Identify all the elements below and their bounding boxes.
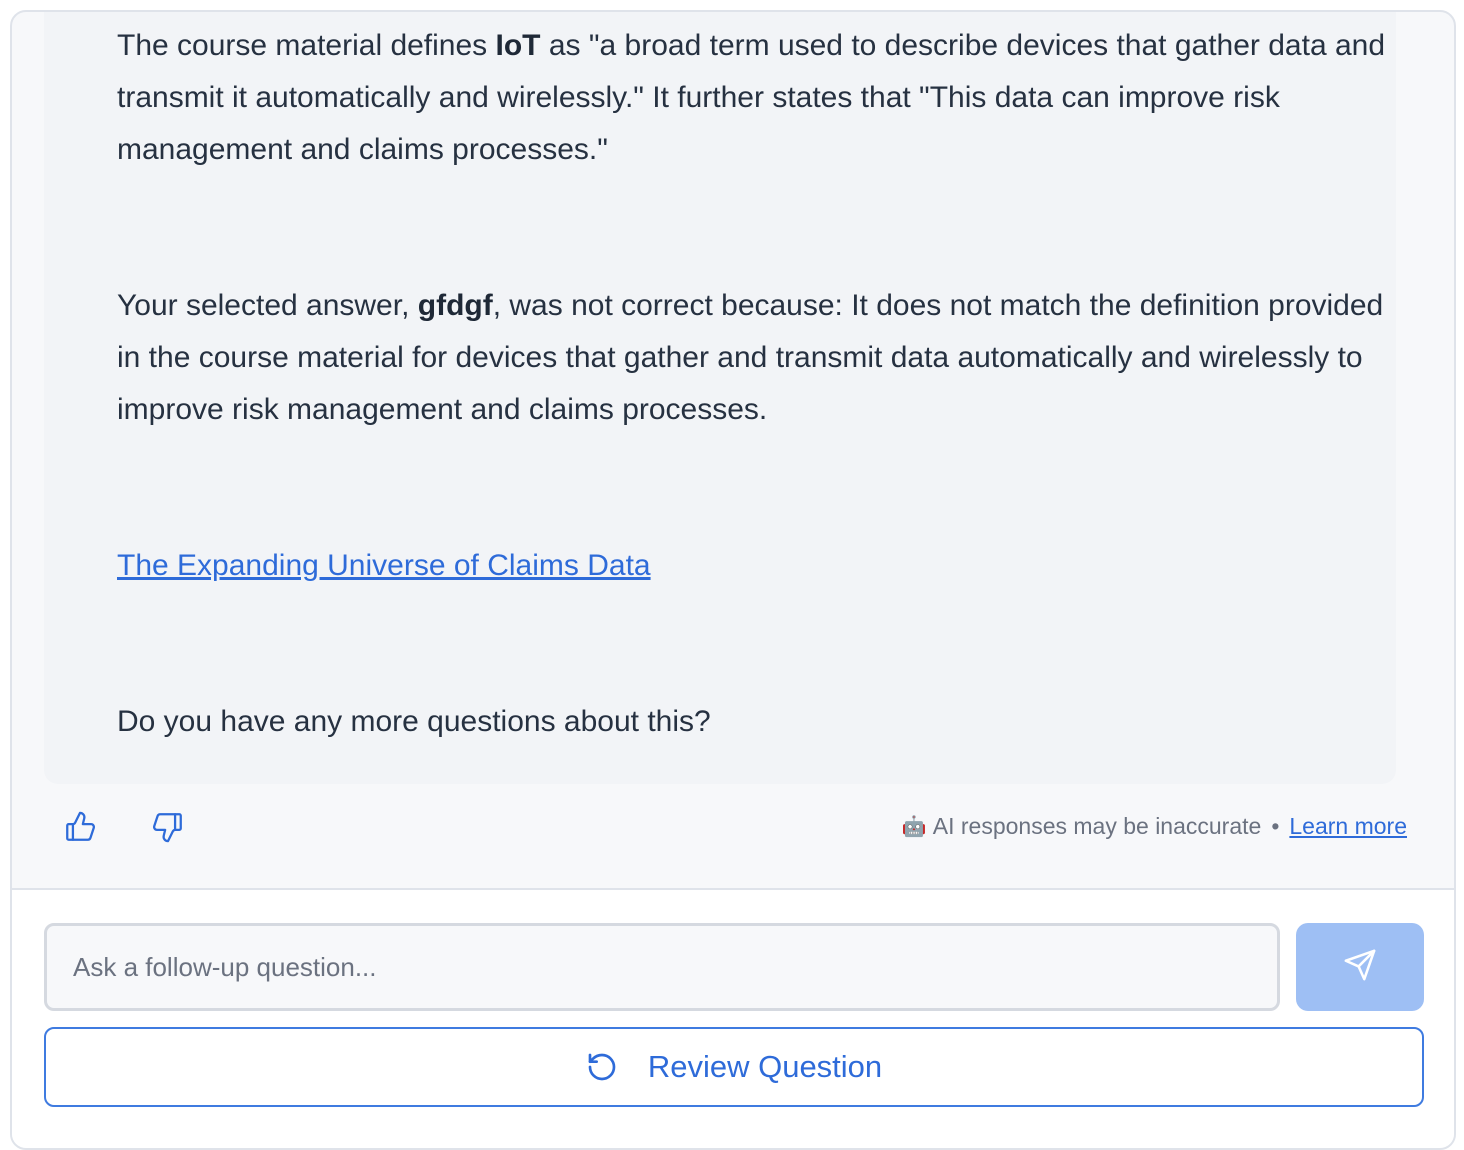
review-question-button[interactable]: Review Question: [44, 1027, 1424, 1107]
selected-answer: gfdgf: [417, 289, 493, 322]
chat-panel: The course material defines IoT as "a br…: [10, 10, 1456, 1150]
thumbs-down-button[interactable]: [146, 807, 190, 851]
answer-feedback-paragraph: Your selected answer, gfdgf, was not cor…: [117, 280, 1387, 436]
explanation-text-start: The course material defines: [117, 29, 496, 62]
answer-text-start: Your selected answer,: [117, 289, 418, 322]
follow-up-input-wrapper: [44, 923, 1280, 1011]
disclaimer-text: AI responses may be inaccurate: [932, 813, 1262, 839]
review-question-label: Review Question: [647, 1049, 883, 1084]
separator-dot: •: [1271, 813, 1280, 839]
assistant-message: The course material defines IoT as "a br…: [44, 12, 1396, 784]
follow-up-input[interactable]: [47, 926, 1277, 1008]
explanation-paragraph: The course material defines IoT as "a br…: [117, 20, 1387, 176]
send-button[interactable]: [1296, 923, 1424, 1011]
source-link[interactable]: The Expanding Universe of Claims Data: [117, 549, 651, 582]
message-body: The course material defines IoT as "a br…: [117, 20, 1387, 748]
robot-icon: 🤖: [901, 816, 927, 838]
closing-question: Do you have any more questions about thi…: [117, 705, 711, 738]
thumbs-down-icon: [151, 810, 185, 849]
term-highlight: IoT: [495, 29, 541, 62]
feedback-row: 🤖 AI responses may be inaccurate • Learn…: [12, 807, 1454, 851]
thumbs-up-button[interactable]: [58, 807, 102, 851]
refresh-icon: [586, 1051, 618, 1083]
send-icon: [1343, 948, 1377, 987]
composer-footer: Review Question: [12, 888, 1454, 1148]
ai-disclaimer: 🤖 AI responses may be inaccurate • Learn…: [902, 813, 1407, 840]
learn-more-link[interactable]: Learn more: [1289, 813, 1407, 840]
thumbs-up-icon: [63, 810, 97, 849]
